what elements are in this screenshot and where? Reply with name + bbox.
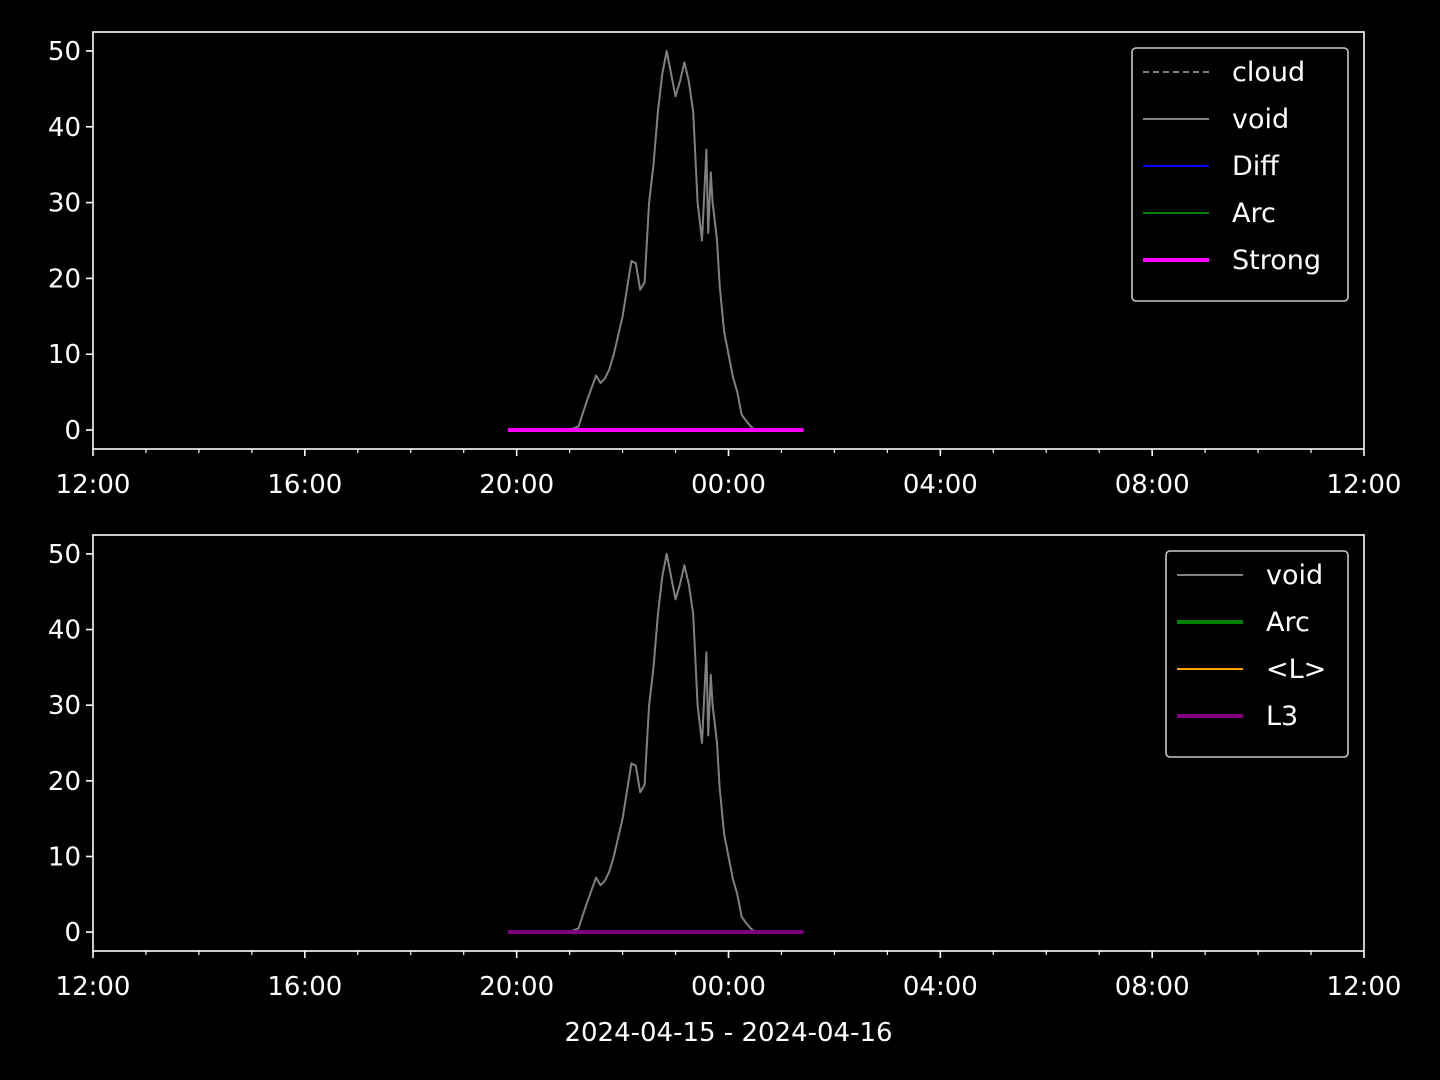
y-tick-label: 50 [48,540,81,570]
y-tick-label: 50 [48,37,81,67]
legend-label: cloud [1232,57,1305,88]
chart-panel-2: 0 10 20 30 40 50 12:00 16:00 20:00 00:00 04:00 08:0… [48,534,1402,1048]
y-tick-label: 20 [48,767,81,797]
x-tick-label: 16:00 [267,972,342,1002]
y-tick-label: 10 [48,340,81,370]
legend-label: Diff [1232,151,1280,182]
legend-label: L3 [1266,701,1298,732]
y-tick-label: 0 [64,918,81,948]
legend-label: void [1232,104,1289,135]
series-group [507,552,804,935]
x-tick-label: 16:00 [267,470,342,500]
y-tick-label: 0 [64,416,81,446]
x-tick-label: 08:00 [1115,972,1190,1002]
x-tick-label: 00:00 [691,470,766,500]
x-tick-label: 12:00 [1327,972,1402,1002]
legend-label: <L> [1266,654,1326,685]
chart-panel-1: 0 10 20 30 40 50 12:00 16:00 20:00 00:00 04:00 08:0… [48,31,1402,500]
legend-label: void [1266,560,1323,591]
figure: 0 10 20 30 40 50 12:00 16:00 20:00 00:00 04:00 08:0… [48,31,1402,1048]
y-tick-label: 30 [48,189,81,219]
x-tick-label: 04:00 [903,470,978,500]
y-tick-label: 40 [48,616,81,646]
y-tick-label: 20 [48,264,81,294]
x-tick-label: 12:00 [56,470,131,500]
legend: void Arc <L> L3 [1165,550,1349,758]
series-line-void [569,50,756,431]
x-axis-label: 2024-04-15 - 2024-04-16 [564,1018,892,1048]
x-tick-label: 00:00 [691,972,766,1002]
y-tick-label: 30 [48,691,81,721]
series-group [507,50,804,432]
x-tick-label: 20:00 [479,470,554,500]
legend-label: Strong [1232,245,1321,276]
y-tick-label: 40 [48,113,81,143]
legend: cloud void Diff Arc Strong [1131,47,1349,302]
x-tick-label: 20:00 [479,972,554,1002]
series-line-void [569,552,756,934]
legend-label: Arc [1232,198,1276,229]
x-tick-label: 08:00 [1115,470,1190,500]
x-tick-label: 12:00 [1327,470,1402,500]
legend-label: Arc [1266,607,1310,638]
y-tick-label: 10 [48,842,81,872]
x-tick-label: 12:00 [56,972,131,1002]
x-tick-label: 04:00 [903,972,978,1002]
